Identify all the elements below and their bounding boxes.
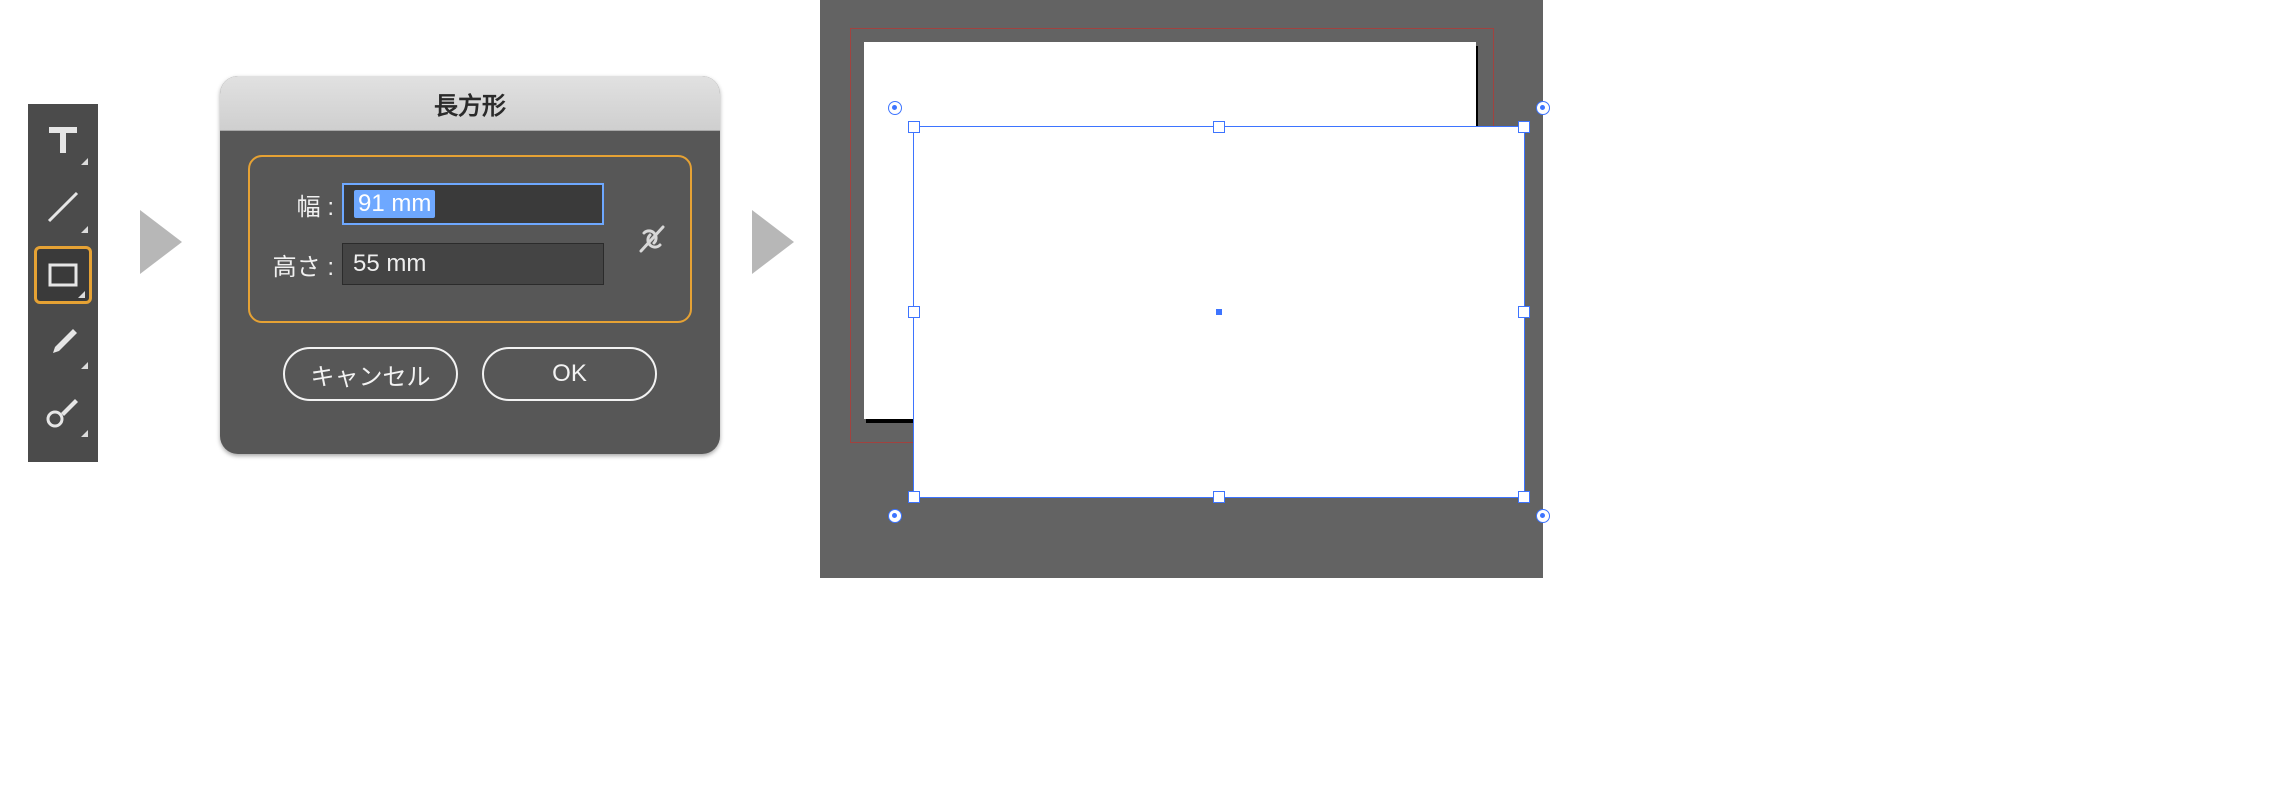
tool-palette xyxy=(28,104,98,462)
resize-handle-tm[interactable] xyxy=(1213,121,1225,133)
ok-button[interactable]: OK xyxy=(482,347,657,401)
resize-handle-tr[interactable] xyxy=(1518,121,1530,133)
rectangle-dialog: 長方形 幅 : 91 mm 高さ : 55 mm xyxy=(220,76,720,454)
height-input[interactable]: 55 mm xyxy=(342,243,604,285)
blob-brush-tool[interactable] xyxy=(34,382,92,440)
resize-handle-mr[interactable] xyxy=(1518,306,1530,318)
cancel-button[interactable]: キャンセル xyxy=(283,347,458,401)
resize-handle-tl[interactable] xyxy=(908,121,920,133)
dimension-group: 幅 : 91 mm 高さ : 55 mm xyxy=(248,155,692,323)
step-arrow-1 xyxy=(140,210,182,274)
rectangle-tool[interactable] xyxy=(34,246,92,304)
rotate-handle-tr[interactable] xyxy=(1536,101,1550,115)
resize-handle-br[interactable] xyxy=(1518,491,1530,503)
step-arrow-2 xyxy=(752,210,794,274)
width-input[interactable]: 91 mm xyxy=(342,183,604,225)
dialog-title: 長方形 xyxy=(220,76,720,131)
resize-handle-ml[interactable] xyxy=(908,306,920,318)
canvas-preview xyxy=(820,0,1543,578)
type-tool[interactable] xyxy=(34,110,92,168)
constrain-link-icon[interactable] xyxy=(624,211,680,267)
line-tool[interactable] xyxy=(34,178,92,236)
rotate-handle-br[interactable] xyxy=(1536,509,1550,523)
selection-center-icon xyxy=(1216,309,1222,315)
resize-handle-bm[interactable] xyxy=(1213,491,1225,503)
width-label: 幅 : xyxy=(262,187,342,222)
brush-tool[interactable] xyxy=(34,314,92,372)
rotate-handle-bl[interactable] xyxy=(888,509,902,523)
height-label: 高さ : xyxy=(262,247,342,282)
rotate-handle-tl[interactable] xyxy=(888,101,902,115)
resize-handle-bl[interactable] xyxy=(908,491,920,503)
selected-rectangle[interactable] xyxy=(913,126,1525,498)
